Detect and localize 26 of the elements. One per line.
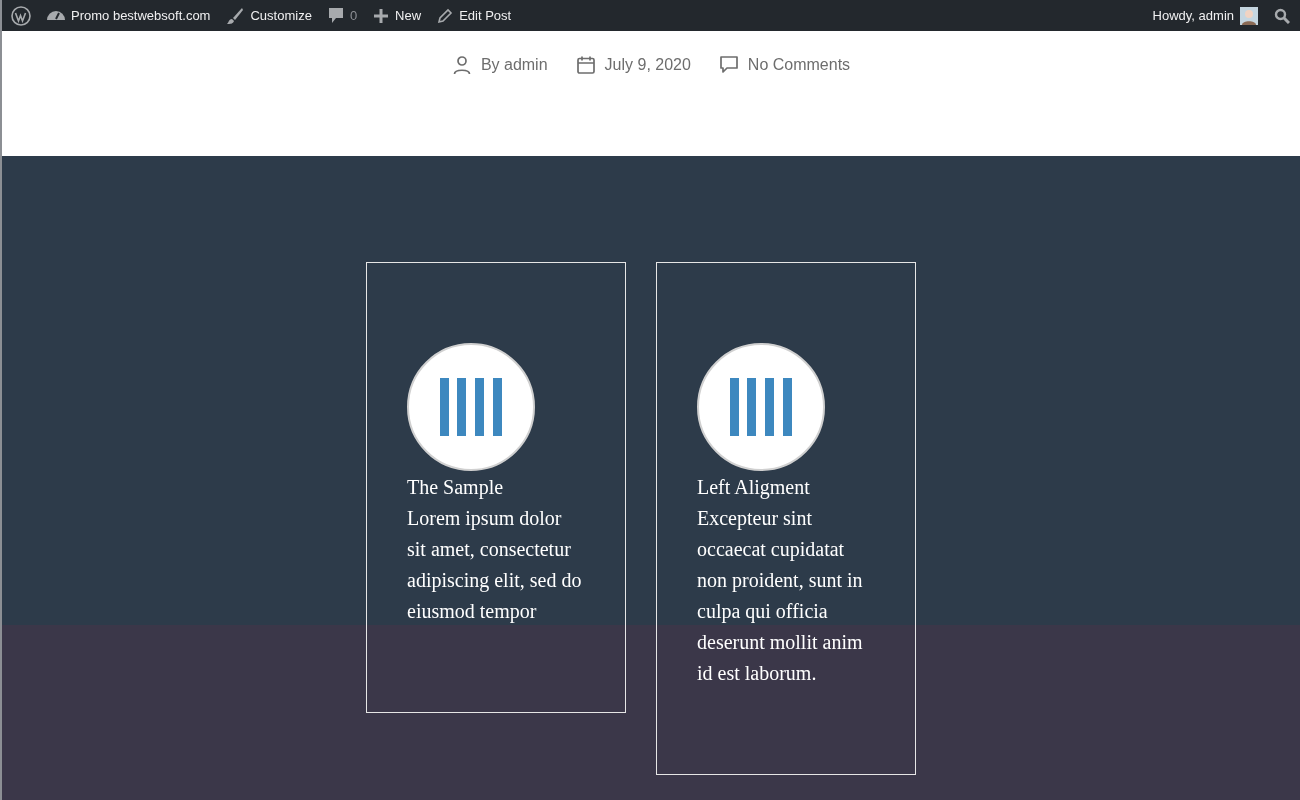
new-link[interactable]: New [373,7,422,24]
comments-link[interactable]: 0 [327,6,358,25]
person-icon [451,55,472,75]
wordpress-logo-icon [11,5,31,26]
card-text: Lorem ipsum dolor sit amet, consectetur adipiscing elit, sed do eiusmod tempor [407,506,583,625]
search-icon [1274,7,1290,24]
avatar-icon [1240,6,1258,25]
dashboard-gauge-icon [47,11,65,20]
plus-icon [373,7,390,24]
account-link[interactable]: Howdy, admin [1152,6,1258,25]
vertical-bars-icon [730,378,792,436]
paintbrush-icon [226,6,245,25]
pencil-icon [437,7,454,24]
card-title: The Sample [407,475,505,501]
calendar-icon [575,55,596,75]
speech-bubble-icon [327,6,344,25]
customize-link[interactable]: Customize [226,6,312,25]
site-name-link[interactable]: Promo bestwebsoft.com [47,8,211,23]
comments-link[interactable]: No Comments [747,56,851,74]
speech-bubble-icon [718,55,739,75]
card-text: Excepteur sint occaecat cupidatat non proident, sunt in culpa qui officia deserunt mollit anim id est laborum. [697,506,864,686]
vertical-bars-icon [440,378,502,436]
date-link[interactable]: July 9, 2020 [604,56,691,74]
edit-post-link[interactable]: Edit Post [437,7,512,24]
card-title: Left Aligment [697,475,811,501]
author-link[interactable]: By admin [480,56,548,74]
